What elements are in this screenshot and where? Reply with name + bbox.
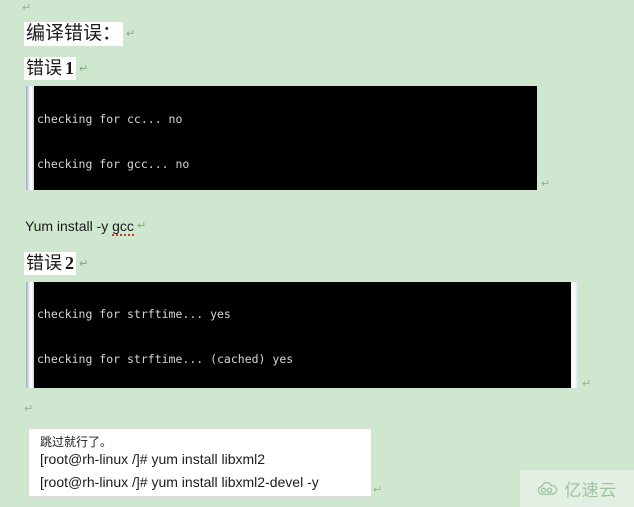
page-title: 编译错误： ↵ — [24, 18, 136, 46]
section-heading-error-1-number: 1 — [65, 58, 74, 78]
document-page: ↵ 编译错误： ↵ 错误 1 ↵ checking for cc... no chec… — [0, 0, 634, 507]
section-heading-error-1: 错误 1 ↵ — [24, 54, 88, 80]
page-title-text: 编译错误： — [24, 22, 124, 46]
terminal-line: checking for strftime... yes — [37, 307, 231, 321]
paragraph-mark: ↵ — [22, 1, 32, 14]
paragraph-mark: ↵ — [373, 483, 383, 496]
note-box: 跳过就行了。 [root@rh-linux /]# yum install li… — [28, 428, 372, 497]
yum-install-gcc-line: Yum install -y gcc ↵ — [25, 218, 147, 236]
terminal-scrollbar[interactable] — [26, 282, 34, 388]
note-line-comment: 跳过就行了。 — [40, 435, 113, 449]
section-heading-error-2-number: 2 — [65, 253, 74, 273]
paragraph-mark: ↵ — [24, 402, 34, 415]
cloud-icon — [537, 481, 559, 496]
terminal-screenshot-error-1: checking for cc... no checking for gcc..… — [26, 86, 537, 190]
watermark-text: 亿速云 — [564, 481, 617, 500]
section-heading-error-1-label: 错误 — [26, 58, 62, 78]
paragraph-mark: ↵ — [79, 62, 89, 75]
note-line-command-2: [root@rh-linux /]# yum install libxml2-d… — [40, 474, 319, 490]
section-heading-error-2: 错误 2 ↵ — [24, 249, 88, 275]
paragraph-mark: ↵ — [541, 177, 551, 190]
terminal-scrollbar[interactable] — [26, 86, 34, 190]
paragraph-mark: ↵ — [79, 257, 89, 270]
section-heading-error-2-label: 错误 — [26, 253, 62, 273]
terminal-output-lines: checking for cc... no checking for gcc..… — [37, 86, 432, 190]
terminal-line: checking for gcc... no — [37, 157, 190, 171]
paragraph-mark: ↵ — [582, 377, 592, 390]
yum-install-gcc-package: gcc — [112, 218, 134, 236]
terminal-line: checking for strftime... (cached) yes — [37, 352, 294, 366]
watermark: 亿速云 — [520, 470, 634, 507]
terminal-output-lines: checking for strftime... yes checking fo… — [37, 282, 578, 388]
note-line-command-1: [root@rh-linux /]# yum install libxml2 — [40, 451, 266, 467]
paragraph-mark: ↵ — [126, 27, 136, 40]
terminal-line: checking for cc... no — [37, 112, 183, 126]
paragraph-mark: ↵ — [136, 219, 147, 232]
yum-install-gcc-prefix: Yum install -y — [25, 218, 113, 234]
terminal-screenshot-error-2: checking for strftime... yes checking fo… — [26, 282, 578, 388]
